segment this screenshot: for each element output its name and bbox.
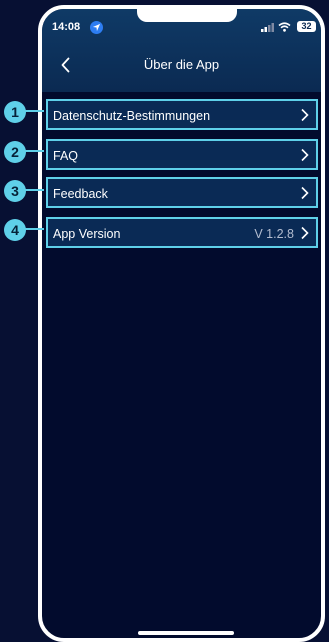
callout-badge-1: 1 xyxy=(4,101,26,123)
menu-item-label: App Version xyxy=(53,227,121,241)
menu-item-label: FAQ xyxy=(53,149,79,163)
app-version-value: V 1.2.8 xyxy=(254,227,294,241)
menu-item-feedback[interactable]: Feedback xyxy=(46,177,318,208)
phone-screen: 14:08 32 Über die App Datenschutz-Bestim… xyxy=(38,5,325,642)
menu-item-faq[interactable]: FAQ xyxy=(46,139,318,170)
page-title: Über die App xyxy=(143,57,220,72)
menu-item-label: Datenschutz-Bestimmungen xyxy=(53,109,211,123)
menu-item-app-version[interactable]: App Version V 1.2.8 xyxy=(46,217,318,248)
callout-badge-4: 4 xyxy=(4,219,26,241)
home-indicator xyxy=(138,631,234,635)
menu-item-datenschutz[interactable]: Datenschutz-Bestimmungen xyxy=(46,99,318,130)
callout-badge-2: 2 xyxy=(4,141,26,163)
signal-icon xyxy=(261,23,274,32)
notch xyxy=(137,9,237,22)
chevron-right-icon xyxy=(301,186,309,200)
wifi-icon xyxy=(278,22,291,32)
menu-item-label: Feedback xyxy=(53,187,108,201)
status-time: 14:08 xyxy=(52,21,81,33)
location-icon xyxy=(90,21,103,34)
callout-badge-3: 3 xyxy=(4,180,26,202)
chevron-right-icon xyxy=(301,108,309,122)
chevron-right-icon xyxy=(301,226,309,240)
chevron-right-icon xyxy=(301,148,309,162)
battery-icon: 32 xyxy=(297,21,316,32)
